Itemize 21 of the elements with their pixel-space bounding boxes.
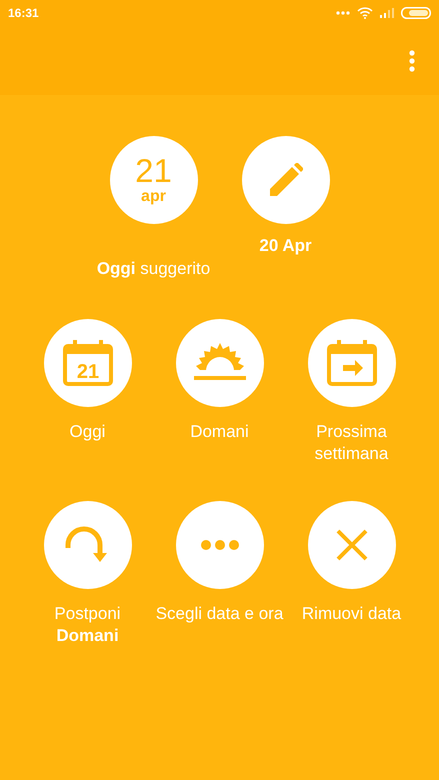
option-label: Postponi Domani (53, 603, 122, 647)
option-label: Scegli data e ora (156, 603, 284, 625)
close-icon (336, 529, 368, 561)
calendar-arrow-icon (326, 340, 376, 386)
battery-icon (401, 7, 431, 19)
option-label: Prossima settimana (314, 421, 390, 465)
more-icon (336, 11, 350, 15)
suggestion-label: Oggi suggerito (96, 259, 210, 279)
status-time: 16:31 (8, 6, 39, 20)
suggested-date-button[interactable]: 21 apr (110, 136, 198, 224)
option-label: Domani (189, 421, 250, 443)
option-label: Rimuovi data (300, 603, 402, 625)
more-options-icon[interactable] (409, 50, 415, 72)
sunrise-icon (194, 343, 246, 383)
date-option-button[interactable]: 21 (44, 319, 132, 407)
suggestion-label: 20 Apr (259, 236, 312, 256)
wifi-icon (357, 7, 373, 19)
option-label: Oggi (68, 421, 106, 443)
more-icon (200, 539, 240, 551)
signal-icon (380, 8, 394, 18)
pencil-icon (268, 163, 302, 197)
